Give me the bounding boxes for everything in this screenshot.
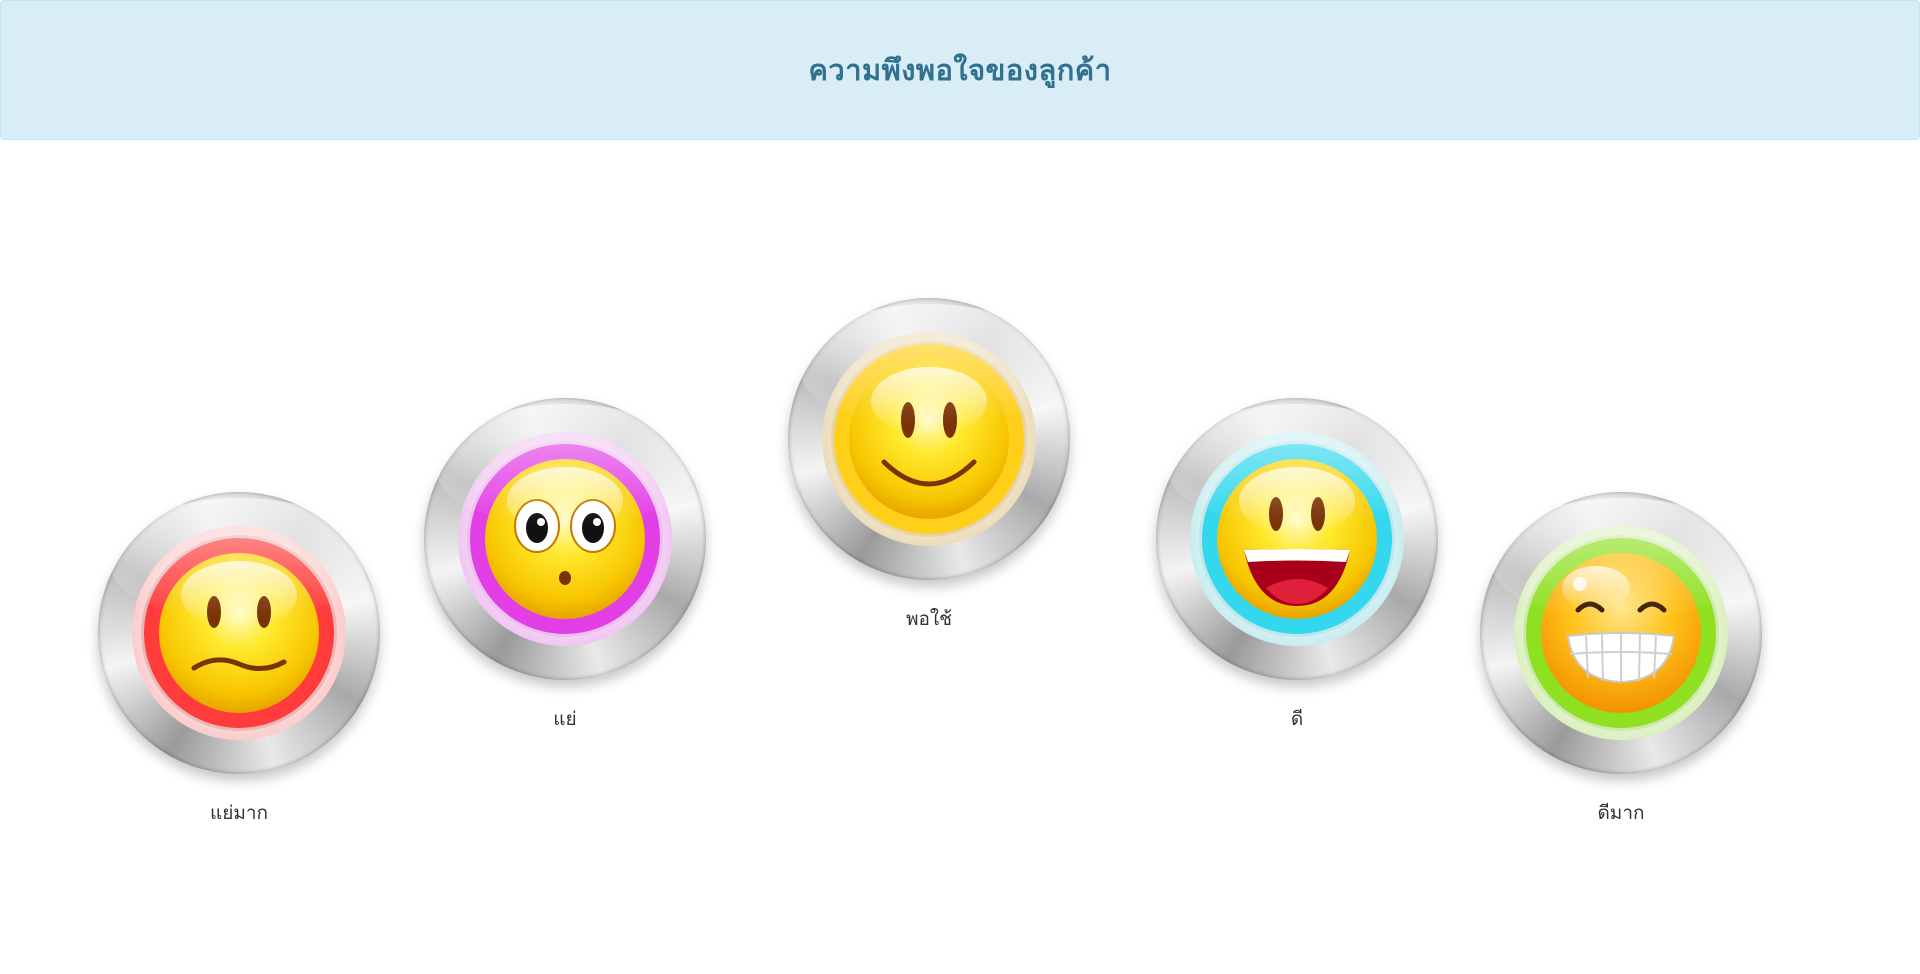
rating-fair[interactable]: พอใช้	[788, 298, 1070, 634]
frown-face-icon	[159, 553, 319, 713]
button-bezel	[788, 298, 1070, 580]
rating-bad[interactable]: แย่	[424, 398, 706, 734]
rating-label: ดีมาก	[1597, 802, 1645, 824]
grinning-face-icon	[1541, 553, 1701, 713]
rating-good[interactable]: ดี	[1156, 398, 1438, 734]
page-header: ความพึงพอใจของลูกค้า	[0, 0, 1920, 140]
rating-label: แย่มาก	[209, 802, 269, 824]
button-bezel	[424, 398, 706, 680]
laughing-face-icon	[1217, 459, 1377, 619]
page-title: ความพึงพอใจของลูกค้า	[808, 53, 1112, 87]
rating-very-good[interactable]: ดีมาก	[1480, 492, 1762, 828]
rating-label: พอใช้	[905, 608, 953, 630]
button-bezel	[98, 492, 380, 774]
surprised-face-icon	[485, 459, 645, 619]
button-bezel	[1480, 492, 1762, 774]
smile-face-icon	[849, 359, 1009, 519]
rating-label: ดี	[1290, 708, 1304, 730]
rating-very-bad[interactable]: แย่มาก	[98, 492, 380, 828]
rating-label: แย่	[553, 708, 577, 730]
button-bezel	[1156, 398, 1438, 680]
